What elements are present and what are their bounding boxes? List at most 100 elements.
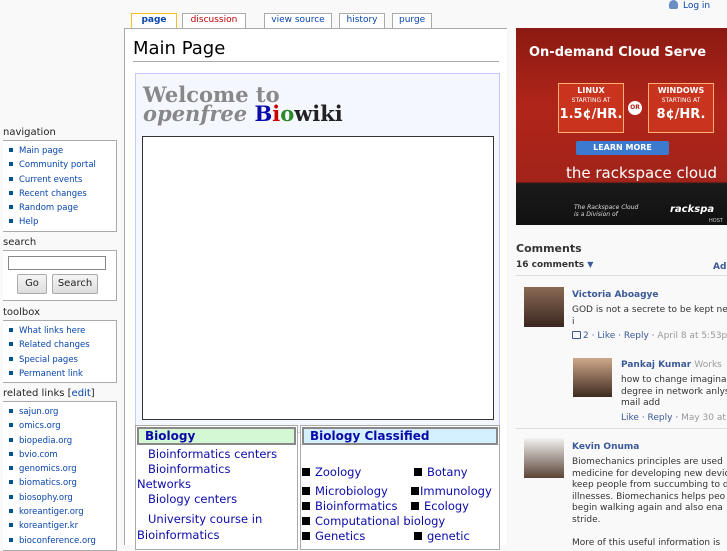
comment-actions: 2 · Like · Reply · April 8 at 5:53p — [572, 331, 727, 341]
classified-link[interactable]: Immunology — [411, 484, 492, 499]
toolbox-special-pages[interactable]: Special pages — [9, 353, 116, 367]
biology-classified-heading[interactable]: Biology Classified — [302, 427, 498, 445]
nav-recent-changes[interactable]: Recent changes — [9, 187, 116, 201]
comment-actions: Like · Reply · May 30 at — [621, 413, 726, 423]
classified-link[interactable]: Genetics — [302, 529, 365, 544]
bullet-square-icon — [302, 468, 310, 476]
avatar[interactable] — [573, 358, 612, 397]
biology-link[interactable]: Biology centers — [148, 492, 237, 507]
tab-purge[interactable]: purge — [392, 13, 432, 28]
classified-link[interactable]: Bioinformatics — [302, 499, 397, 514]
avatar[interactable] — [524, 438, 564, 478]
rackspace-logo-small: rackspa — [670, 204, 715, 215]
related-link[interactable]: omics.org — [9, 419, 116, 433]
comment-date: May 30 at — [681, 413, 726, 423]
related-link[interactable]: genomics.org — [9, 462, 116, 476]
related-link[interactable]: biomatics.org — [9, 476, 116, 490]
comment-author[interactable]: Kevin Onuma — [572, 442, 639, 452]
like-link[interactable]: Like — [597, 331, 615, 341]
comment-author[interactable]: Victoria Aboagye — [572, 290, 659, 300]
reply-link[interactable]: Reply — [648, 413, 673, 423]
ad-linux-box: LINUX STARTING AT 1.5¢/HR. — [558, 83, 624, 133]
nav-community-portal[interactable]: Community portal — [9, 158, 116, 172]
ad-title: On-demand Cloud Serve — [529, 45, 707, 60]
divider — [516, 428, 727, 429]
avatar[interactable] — [524, 287, 564, 327]
biology-link[interactable]: University course in — [148, 512, 262, 527]
toolbox-permanent-link[interactable]: Permanent link — [9, 367, 116, 381]
comments-count-dropdown[interactable]: 16 comments ▼ — [516, 260, 593, 270]
search-button[interactable]: Search — [52, 274, 98, 294]
bullet-square-icon — [414, 532, 422, 540]
tab-history[interactable]: history — [339, 13, 385, 28]
comment-text: Biomechanics principles are used medicin… — [572, 457, 727, 548]
ad-windows-box: WINDOWS STARTING AT 8¢/HR. — [648, 83, 714, 133]
embedded-frame[interactable] — [142, 136, 494, 420]
comments-heading: Comments — [516, 242, 582, 255]
classified-link[interactable]: Computational biology — [302, 514, 445, 529]
search-heading: search — [3, 237, 37, 248]
toolbox-heading: toolbox — [3, 307, 41, 318]
tab-discussion[interactable]: discussion — [182, 13, 246, 28]
related-link[interactable]: koreantiger.org — [9, 505, 116, 519]
classified-link[interactable]: genetic — [414, 529, 470, 544]
bullet-square-icon — [302, 502, 310, 510]
edit-link[interactable]: edit — [72, 388, 91, 399]
ad-learn-more-button[interactable]: LEARN MORE — [576, 141, 669, 155]
add-comment-link[interactable]: Ad — [713, 262, 726, 272]
ad-hosting-text: HOST — [709, 218, 723, 224]
ad-or-badge: OR — [628, 101, 642, 115]
classified-link[interactable]: Ecology — [411, 499, 469, 514]
bullet-square-icon — [414, 468, 422, 476]
classified-link[interactable]: Microbiology — [302, 484, 388, 499]
related-link[interactable]: bioconference.org — [9, 534, 116, 548]
tab-page[interactable]: page — [131, 13, 177, 28]
comment-text: how to change imagina degree in network a… — [621, 375, 727, 408]
biology-link[interactable]: Bioinformatics centers — [148, 447, 277, 462]
biology-link[interactable]: Bioinformatics — [148, 462, 230, 477]
related-link[interactable]: biopedia.org — [9, 434, 116, 448]
toolbox-related-changes[interactable]: Related changes — [9, 338, 116, 352]
like-link[interactable]: Like — [621, 413, 639, 423]
classified-link[interactable]: Botany — [414, 465, 468, 480]
divider — [516, 275, 727, 276]
thumbs-up-icon — [572, 331, 581, 339]
related-link[interactable]: biosophy.org — [9, 491, 116, 505]
nav-main-page[interactable]: Main page — [9, 144, 116, 158]
rackspace-logo: the rackspace cloud — [566, 164, 718, 182]
ad-division-text: The Rackspace Cloud is a Division of — [574, 204, 639, 218]
go-button[interactable]: Go — [17, 274, 47, 294]
comment-author[interactable]: Pankaj Kumar Works — [621, 360, 722, 370]
chevron-down-icon: ▼ — [587, 260, 594, 269]
welcome-line2: openfree Biowiki — [143, 101, 343, 126]
related-link[interactable]: sajun.org — [9, 405, 116, 419]
reply-link[interactable]: Reply — [624, 331, 649, 341]
navigation-heading: navigation — [3, 127, 56, 138]
comment-text: GOD is not a secrete to be kept ne i — [572, 305, 727, 327]
related-links-heading: related links [edit] — [3, 388, 95, 399]
ad-banner[interactable]: On-demand Cloud Serve LINUX STARTING AT … — [516, 28, 727, 225]
search-input[interactable] — [8, 256, 106, 270]
user-icon — [669, 0, 678, 9]
biology-link[interactable]: Bioinformatics — [137, 528, 219, 543]
bullet-square-icon — [411, 502, 419, 510]
tab-view-source[interactable]: view source — [264, 13, 332, 28]
bullet-square-icon — [302, 517, 310, 525]
biology-link[interactable]: Networks — [137, 477, 191, 492]
toolbox-portlet: What links here Related changes Special … — [3, 320, 117, 383]
navigation-portlet: Main page Community portal Current event… — [3, 140, 117, 232]
biology-box: Biology Bioinformatics centers Bioinform… — [135, 425, 298, 550]
nav-current-events[interactable]: Current events — [9, 173, 116, 187]
classified-link[interactable]: Zoology — [302, 465, 361, 480]
biology-heading[interactable]: Biology — [137, 427, 296, 445]
bullet-square-icon — [411, 487, 419, 495]
toolbox-what-links-here[interactable]: What links here — [9, 324, 116, 338]
related-link[interactable]: bvio.com — [9, 448, 116, 462]
login-link[interactable]: Log in — [669, 0, 710, 12]
page-title: Main Page — [133, 38, 499, 62]
nav-help[interactable]: Help — [9, 215, 116, 229]
content-area: Main Page Welcome to openfree Biowiki Bi… — [124, 28, 507, 550]
nav-random-page[interactable]: Random page — [9, 201, 116, 215]
related-link[interactable]: koreantiger.kr — [9, 519, 116, 533]
comment-date: April 8 at 5:53p — [657, 331, 727, 341]
